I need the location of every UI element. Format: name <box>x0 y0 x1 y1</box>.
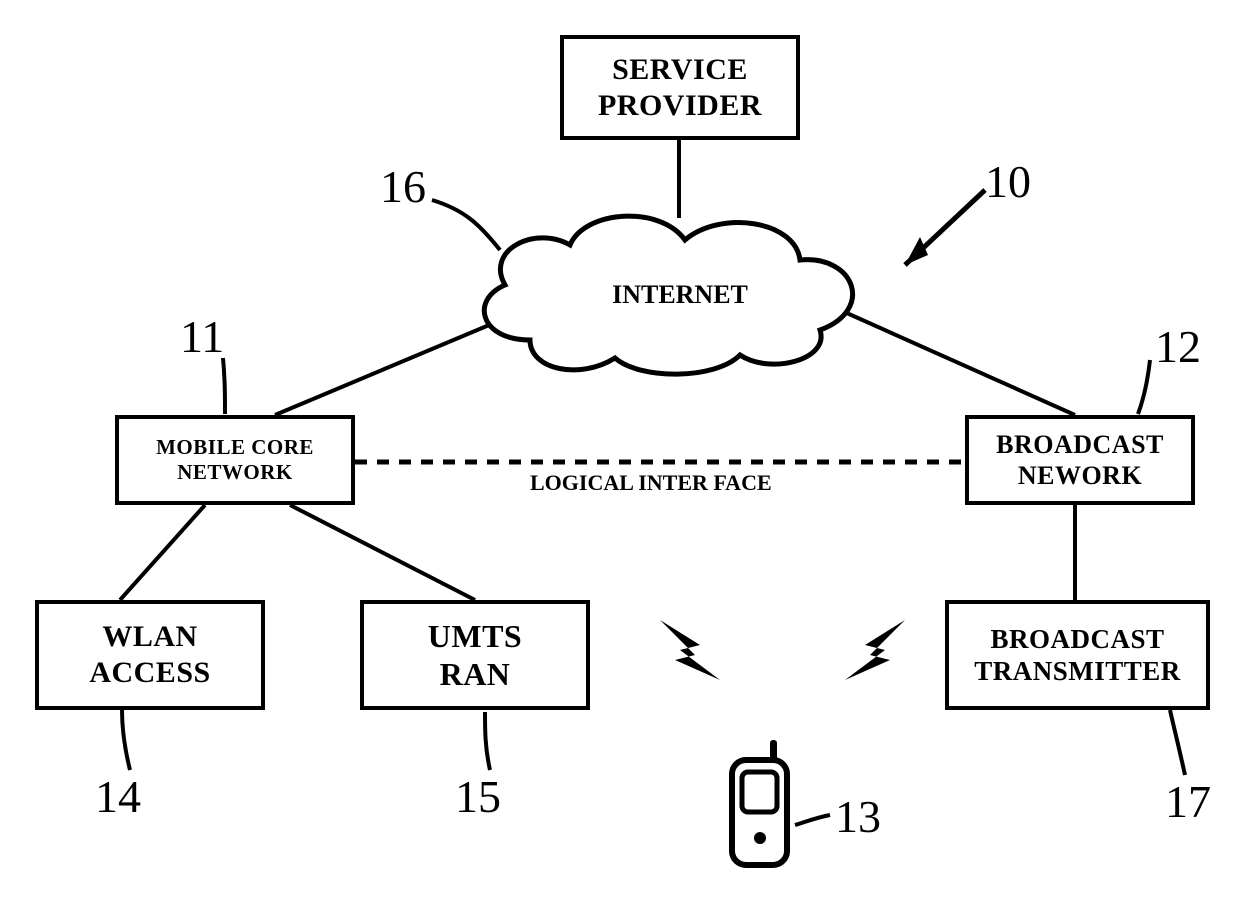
ref-12: 12 <box>1155 320 1201 373</box>
node-wlan-access: WLAN ACCESS <box>35 600 265 710</box>
node-broadcast-network: BROADCAST NEWORK <box>965 415 1195 505</box>
cloud-internet-label: INTERNET <box>590 280 770 310</box>
phone-icon <box>720 740 800 875</box>
ref-10: 10 <box>985 155 1031 208</box>
node-umts-ran: UMTS RAN <box>360 600 590 710</box>
ref-17: 17 <box>1165 775 1211 828</box>
diagram-stage: SERVICE PROVIDER INTERNET MOBILE CORE NE… <box>0 0 1253 902</box>
ref-11: 11 <box>180 310 224 363</box>
ref-16: 16 <box>380 160 426 213</box>
ref-13: 13 <box>835 790 881 843</box>
node-broadcast-transmitter: BROADCAST TRANSMITTER <box>945 600 1210 710</box>
ref-15: 15 <box>455 770 501 823</box>
node-mobile-core: MOBILE CORE NETWORK <box>115 415 355 505</box>
label-logical-interface: LOGICAL INTER FACE <box>530 470 772 496</box>
node-service-provider: SERVICE PROVIDER <box>560 35 800 140</box>
ref-14: 14 <box>95 770 141 823</box>
